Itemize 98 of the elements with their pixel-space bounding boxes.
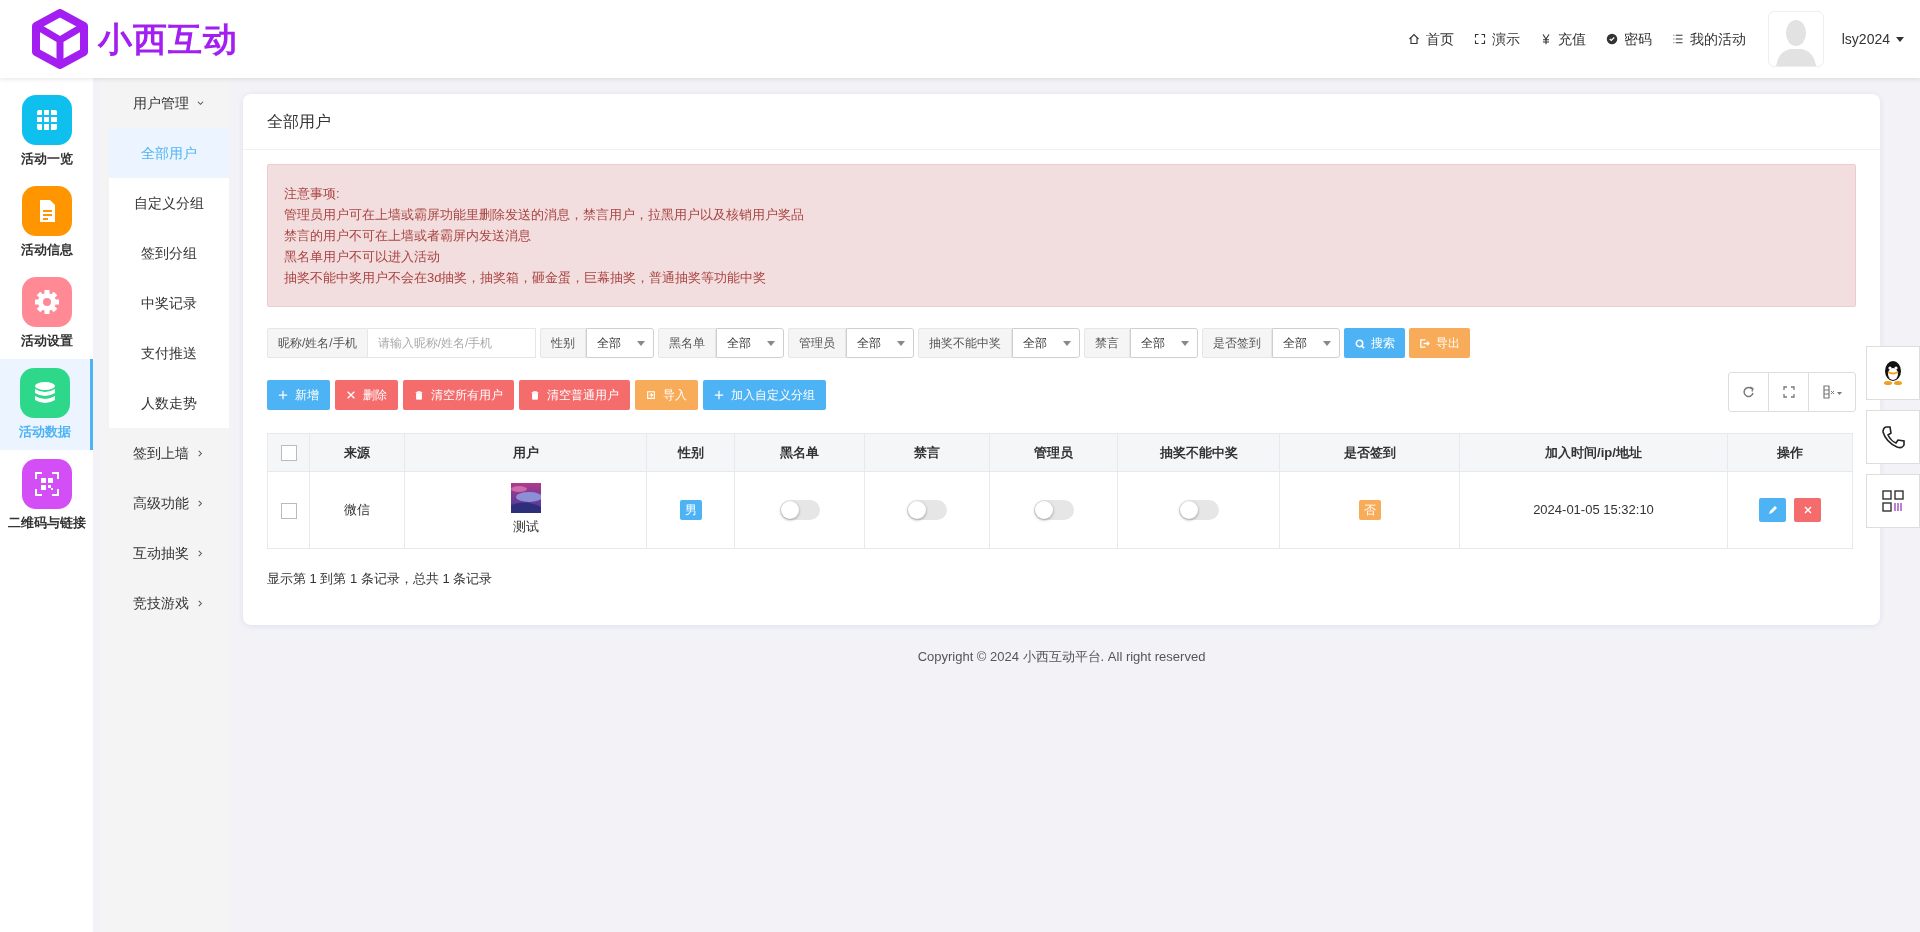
cube-logo-icon xyxy=(30,9,90,69)
submenu-group[interactable]: 高级功能 xyxy=(101,478,229,528)
plus-icon xyxy=(278,390,288,400)
caret-icon xyxy=(1322,340,1331,346)
filter-label: 抽奖不能中奖 xyxy=(917,328,1012,358)
pencil-icon xyxy=(1767,505,1778,515)
signed-tag: 否 xyxy=(1358,500,1381,520)
caret-icon xyxy=(1062,340,1071,346)
filter-label: 管理员 xyxy=(787,328,846,358)
checkbox[interactable] xyxy=(280,445,297,462)
rail-item[interactable]: 活动一览 xyxy=(0,86,93,177)
submenu-item[interactable]: 自定义分组 xyxy=(109,178,229,228)
notice-text: 禁言的用户不可在上墙或者霸屏内发送消息 xyxy=(284,227,532,245)
check-badge-icon xyxy=(1605,33,1618,45)
nav-link[interactable]: 充值 xyxy=(1539,28,1586,50)
search-field[interactable]: 请输入昵称/姓名/手机 xyxy=(367,328,536,358)
join-time-text: 2024-01-05 15:32:10 xyxy=(1533,502,1654,518)
filter-label: 禁言 xyxy=(1083,328,1130,358)
nav-link[interactable]: 我的活动 xyxy=(1671,28,1746,50)
chat-button[interactable] xyxy=(1866,346,1920,400)
phone-button[interactable] xyxy=(1866,410,1920,464)
nav-link[interactable]: 密码 xyxy=(1605,28,1652,50)
toggle-switch[interactable] xyxy=(1178,500,1219,521)
caret-icon xyxy=(766,340,775,346)
search-icon xyxy=(1353,337,1365,349)
chevron-right-icon xyxy=(196,549,204,557)
footer-text: Copyright © 2024 小西互动平台. All right reserved xyxy=(916,647,1207,666)
column-header: 用户 xyxy=(404,433,647,472)
column-header: 加入时间/ip/地址 xyxy=(1459,433,1728,472)
card-title: 全部用户 xyxy=(267,111,331,132)
user-name: 测试 xyxy=(512,518,539,537)
select-dropdown[interactable]: 全部 xyxy=(1129,328,1198,358)
caret-icon xyxy=(1896,36,1904,42)
plus-icon xyxy=(714,390,724,400)
rail-item[interactable]: 活动设置 xyxy=(0,268,93,359)
caret-icon xyxy=(1180,340,1189,346)
chevron-right-icon xyxy=(196,449,204,457)
select-dropdown[interactable]: 全部 xyxy=(715,328,784,358)
user-menu[interactable]: lsy2024 xyxy=(1841,28,1904,50)
column-header: 禁言 xyxy=(864,433,990,472)
trash-icon xyxy=(530,390,540,400)
submenu-item[interactable]: 中奖记录 xyxy=(109,278,229,328)
chevron-right-icon xyxy=(196,499,204,507)
submenu-item[interactable]: 人数走势 xyxy=(109,378,229,428)
rail-item[interactable]: 活动信息 xyxy=(0,177,93,268)
filter-label: 性别 xyxy=(539,328,586,358)
column-header: 管理员 xyxy=(989,433,1118,472)
column-header: 来源 xyxy=(309,433,405,472)
caret-icon xyxy=(636,340,645,346)
notice-text: 注意事项: xyxy=(284,185,341,203)
filter-label: 黑名单 xyxy=(657,328,716,358)
submenu-item[interactable]: 签到分组 xyxy=(109,228,229,278)
submenu-group[interactable]: 互动抽奖 xyxy=(101,528,229,578)
submenu-group[interactable]: 竞技游戏 xyxy=(101,578,229,628)
filter-label: 是否签到 xyxy=(1201,328,1272,358)
notice-text: 黑名单用户不可以进入活动 xyxy=(284,248,441,266)
column-header: 操作 xyxy=(1727,433,1853,472)
rail-item[interactable]: 二维码与链接 xyxy=(0,450,93,541)
columns-icon xyxy=(1821,385,1843,399)
gender-tag: 男 xyxy=(679,500,702,520)
notice-text: 管理员用户可在上墙或霸屏功能里删除发送的消息，禁言用户，拉黑用户以及核销用户奖品 xyxy=(284,206,805,224)
chevron-down-icon xyxy=(196,99,204,107)
refresh-icon xyxy=(1741,385,1756,399)
chevron-right-icon xyxy=(196,599,204,607)
submenu-item[interactable]: 支付推送 xyxy=(109,328,229,378)
caret-icon xyxy=(896,340,905,346)
source-text: 微信 xyxy=(344,502,370,518)
nav-link[interactable]: 首页 xyxy=(1407,28,1454,50)
column-header: 黑名单 xyxy=(734,433,865,472)
select-dropdown[interactable]: 全部 xyxy=(1271,328,1340,358)
trash-icon xyxy=(414,390,424,400)
column-header: 抽奖不能中奖 xyxy=(1117,433,1280,472)
import-icon xyxy=(646,390,656,400)
toggle-switch[interactable] xyxy=(779,500,820,521)
column-header: 是否签到 xyxy=(1279,433,1460,472)
logo-text: 小西互动 xyxy=(98,18,238,60)
select-dropdown[interactable]: 全部 xyxy=(585,328,654,358)
fullscreen-icon xyxy=(1781,385,1796,399)
notice-text: 抽奖不能中奖用户不会在3d抽奖，抽奖箱，砸金蛋，巨幕抽奖，普通抽奖等功能中奖 xyxy=(284,269,768,287)
column-header: 性别 xyxy=(646,433,735,472)
submenu-group[interactable]: 签到上墙 xyxy=(101,428,229,478)
close-icon xyxy=(1803,506,1812,514)
select-dropdown[interactable]: 全部 xyxy=(1011,328,1080,358)
edit-button[interactable] xyxy=(1759,498,1786,522)
export-icon xyxy=(1418,337,1430,349)
delete-row-button[interactable] xyxy=(1794,498,1821,522)
home-icon xyxy=(1407,33,1420,45)
checkbox[interactable] xyxy=(280,502,297,519)
filter-label: 昵称/姓名/手机 xyxy=(267,328,368,358)
toggle-switch[interactable] xyxy=(907,500,947,521)
select-dropdown[interactable]: 全部 xyxy=(845,328,914,358)
qr-code-button[interactable] xyxy=(1866,474,1920,528)
toggle-switch[interactable] xyxy=(1033,500,1074,521)
expand-icon xyxy=(1473,33,1486,45)
nav-link[interactable]: 演示 xyxy=(1473,28,1520,50)
submenu-group[interactable]: 用户管理 xyxy=(101,78,229,128)
close-icon xyxy=(346,390,356,400)
pagination-text: 显示第 1 到第 1 条记录，总共 1 条记录 xyxy=(267,570,494,588)
